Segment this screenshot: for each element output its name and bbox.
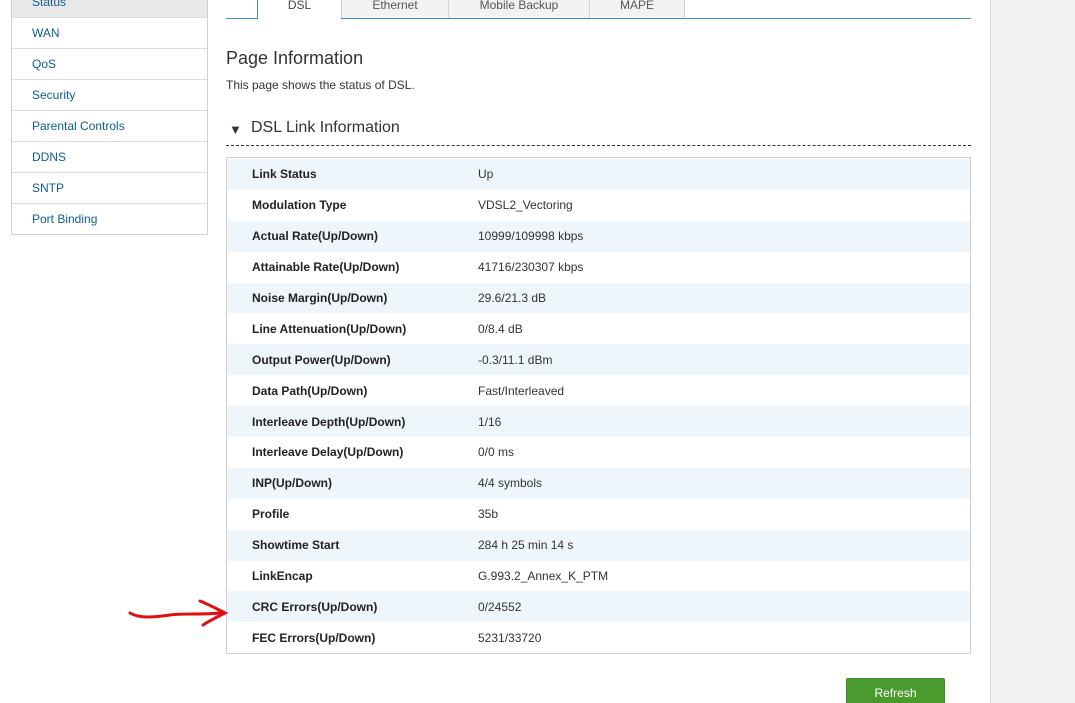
row-label: Showtime Start — [252, 538, 340, 553]
row-label: Actual Rate(Up/Down) — [252, 229, 378, 244]
page-description: This page shows the status of DSL. — [226, 78, 415, 92]
sidebar-item-port-binding[interactable]: Port Binding — [12, 204, 207, 234]
page-title: Page Information — [226, 48, 364, 68]
table-row: Line Attenuation(Up/Down) 0/8.4 dB — [227, 313, 970, 345]
section-title: DSL Link Information — [251, 119, 400, 136]
table-row: Attainable Rate(Up/Down) 41716/230307 kb… — [227, 251, 970, 283]
table-row: Actual Rate(Up/Down) 10999/109998 kbps — [227, 220, 970, 252]
table-row: Modulation Type VDSL2_Vectoring — [227, 189, 970, 221]
row-label: Profile — [252, 507, 290, 522]
table-row: Interleave Delay(Up/Down) 0/0 ms — [227, 437, 970, 468]
row-label: Output Power(Up/Down) — [252, 352, 391, 367]
dsl-info-table: Link Status Up Modulation Type VDSL2_Vec… — [226, 157, 971, 655]
sidebar-nav: Status WAN QoS Security Parental Control… — [11, 0, 208, 235]
sidebar-item-sntp[interactable]: SNTP — [12, 173, 207, 204]
tab-mape[interactable]: MAPE — [589, 0, 685, 18]
row-label: INP(Up/Down) — [252, 476, 332, 491]
table-row: INP(Up/Down) 4/4 symbols — [227, 467, 970, 499]
row-value: 0/8.4 dB — [478, 321, 523, 336]
sidebar-item-wan[interactable]: WAN — [12, 18, 207, 49]
sidebar-item-qos[interactable]: QoS — [12, 49, 207, 80]
table-row: Showtime Start 284 h 25 min 14 s — [227, 529, 970, 561]
red-arrow-icon — [128, 599, 229, 627]
row-value: VDSL2_Vectoring — [478, 198, 573, 213]
row-label: LinkEncap — [252, 569, 313, 584]
tab-mobile-backup[interactable]: Mobile Backup — [448, 0, 590, 18]
row-value: 0/0 ms — [478, 445, 515, 460]
row-label: Noise Margin(Up/Down) — [252, 291, 388, 305]
table-row: Link Status Up — [227, 159, 970, 190]
section-header[interactable]: ▼ DSL Link Information — [226, 116, 971, 146]
row-label: Interleave Depth(Up/Down) — [252, 414, 406, 429]
router-status-page: Status WAN QoS Security Parental Control… — [0, 0, 1075, 703]
table-row: Interleave Depth(Up/Down) 1/16 — [227, 406, 970, 438]
refresh-button[interactable]: Refresh — [846, 678, 945, 703]
tab-bar: DSL Ethernet Mobile Backup MAPE — [226, 0, 971, 20]
table-row: Output Power(Up/Down) -0.3/11.1 dBm — [227, 344, 970, 376]
table-row: Noise Margin(Up/Down) 29.6/21.3 dB — [227, 282, 970, 314]
row-label: CRC Errors(Up/Down) — [252, 599, 378, 614]
row-value: Fast/Interleaved — [478, 383, 565, 398]
row-value: 10999/109998 kbps — [478, 229, 584, 244]
table-row: Profile 35b — [227, 498, 970, 530]
right-gutter — [990, 0, 1075, 703]
row-value: 41716/230307 kbps — [478, 260, 584, 275]
sidebar-item-security[interactable]: Security — [12, 80, 207, 111]
table-row: Data Path(Up/Down) Fast/Interleaved — [227, 375, 970, 407]
tab-dsl[interactable]: DSL — [257, 0, 342, 20]
row-label: Modulation Type — [252, 198, 347, 213]
table-row: LinkEncap G.993.2_Annex_K_PTM — [227, 560, 970, 592]
row-value: 0/24552 — [478, 599, 522, 614]
row-value: 29.6/21.3 dB — [478, 291, 547, 305]
tab-ethernet[interactable]: Ethernet — [341, 0, 449, 18]
row-value: -0.3/11.1 dBm — [478, 352, 553, 367]
table-row: CRC Errors(Up/Down) 0/24552 — [227, 591, 970, 623]
row-label: Data Path(Up/Down) — [252, 383, 368, 398]
row-value: Up — [478, 167, 494, 182]
table-row: FEC Errors(Up/Down) 5231/33720 — [227, 622, 970, 654]
row-value: G.993.2_Annex_K_PTM — [478, 569, 609, 584]
row-label: Interleave Delay(Up/Down) — [252, 445, 404, 460]
triangle-down-icon[interactable]: ▼ — [229, 122, 242, 137]
sidebar-item-status[interactable]: Status — [12, 0, 207, 18]
row-value: 5231/33720 — [478, 630, 542, 645]
row-label: FEC Errors(Up/Down) — [252, 630, 376, 645]
row-value: 35b — [478, 507, 499, 522]
row-label: Attainable Rate(Up/Down) — [252, 260, 400, 275]
row-label: Line Attenuation(Up/Down) — [252, 321, 407, 336]
row-value: 1/16 — [478, 414, 502, 429]
sidebar-item-parental-controls[interactable]: Parental Controls — [12, 111, 207, 142]
row-value: 4/4 symbols — [478, 476, 543, 491]
sidebar-item-ddns[interactable]: DDNS — [12, 142, 207, 173]
row-value: 284 h 25 min 14 s — [478, 538, 574, 553]
row-label: Link Status — [252, 167, 317, 182]
